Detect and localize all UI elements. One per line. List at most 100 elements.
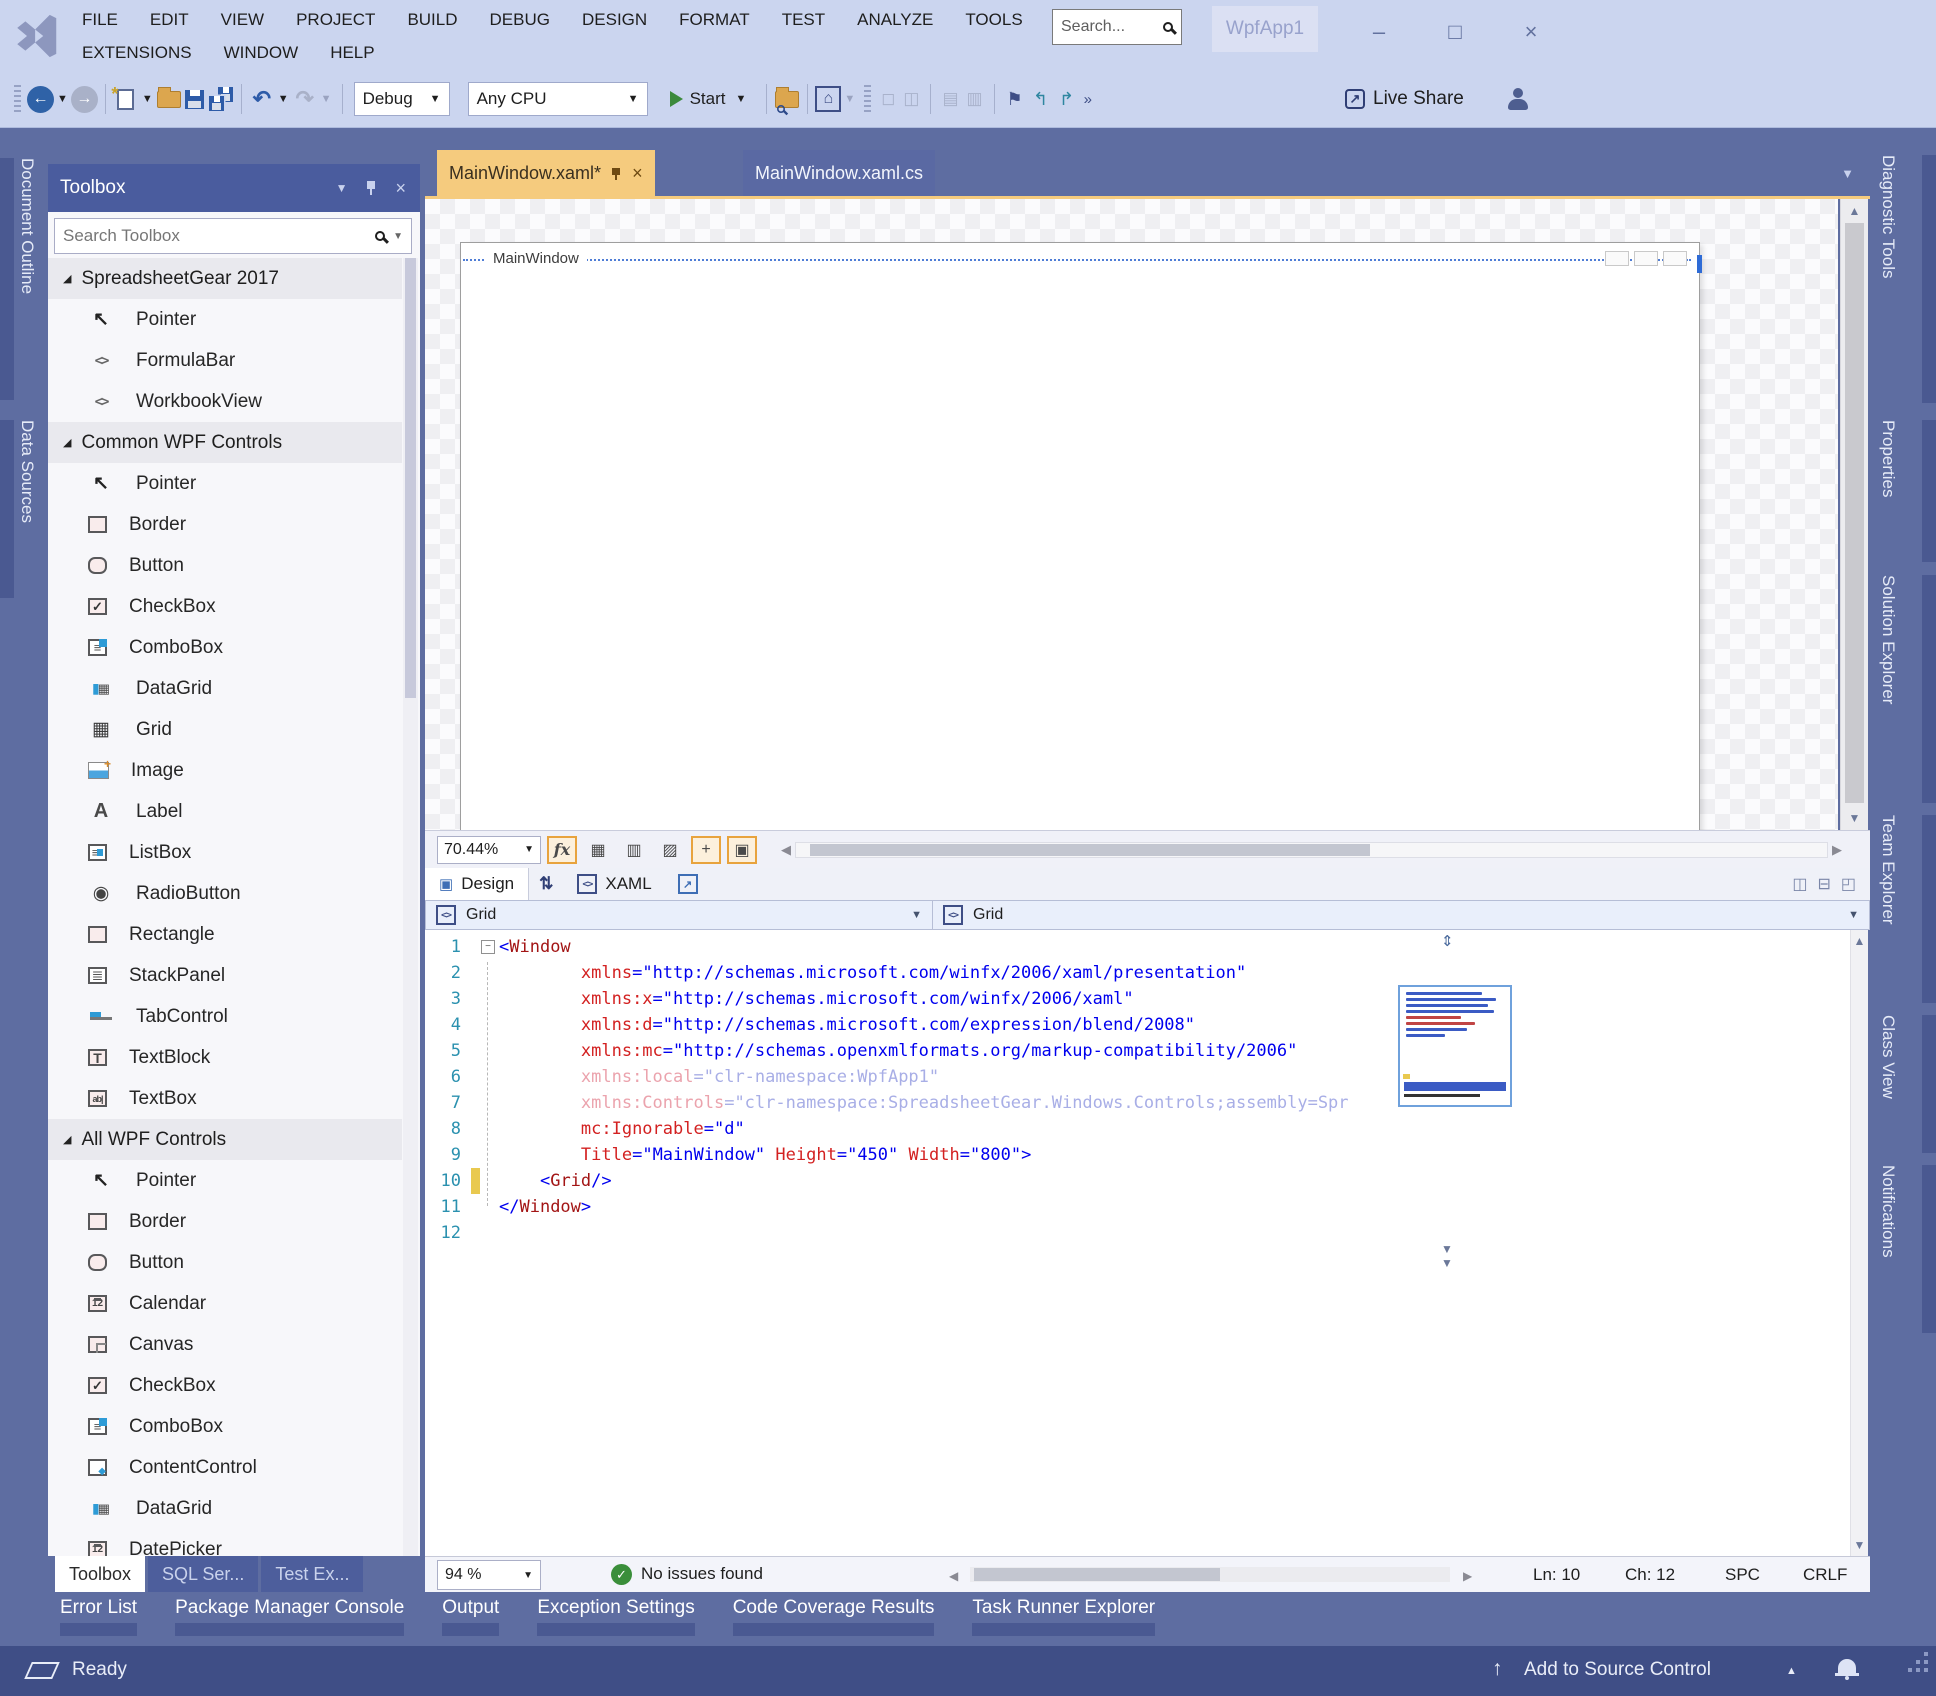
pin-icon[interactable] — [611, 167, 622, 180]
toolbox-item-datagrid[interactable]: DataGrid — [48, 668, 402, 709]
xaml-code-editor[interactable]: 1<Window2 xmlns="http://schemas.microsof… — [425, 930, 1850, 1556]
panel-tab-task-runner-explorer[interactable]: Task Runner Explorer — [972, 1592, 1155, 1646]
navigate-forward-button[interactable]: → — [71, 82, 98, 116]
vertical-split-icon[interactable]: ◫ — [1792, 874, 1807, 894]
select-element-icon[interactable]: ◻ — [881, 89, 895, 109]
maximize-button[interactable]: □ — [1432, 12, 1478, 52]
toolbox-item-pointer[interactable]: Pointer — [48, 1160, 402, 1201]
tab-list-dropdown-icon[interactable]: ▼ — [1841, 166, 1854, 181]
breadcrumb-right-pane[interactable]: <> Grid ▼ — [933, 900, 1870, 930]
menu-window[interactable]: WINDOW — [208, 40, 315, 66]
new-file-button[interactable] — [113, 82, 139, 116]
breadcrumb-left-pane[interactable]: <> Grid ▼ — [425, 900, 933, 930]
live-share-button[interactable]: ↗Live Share — [1345, 88, 1464, 110]
menu-project[interactable]: PROJECT — [280, 7, 391, 33]
swap-panes-icon[interactable]: ⇅ — [539, 874, 553, 894]
gradient-button[interactable]: ▨ — [655, 836, 685, 864]
toolbox-item-button[interactable]: Button — [48, 545, 402, 586]
toolbox-item-tabcontrol[interactable]: TabControl — [48, 996, 402, 1037]
pin-icon[interactable] — [365, 181, 377, 195]
designer-zoom-dropdown[interactable]: 70.44%▼ — [437, 836, 541, 864]
split-pane-preview[interactable] — [1398, 985, 1512, 1107]
menu-help[interactable]: HELP — [314, 40, 390, 66]
toolbox-header[interactable]: Toolbox ▼ × — [48, 164, 420, 212]
scroll-down-icon[interactable]: ▼▼ — [1441, 1242, 1453, 1270]
side-tab-properties[interactable]: Properties — [1870, 420, 1936, 562]
start-dropdown[interactable]: ▼ — [735, 93, 746, 105]
fold-collapse-icon[interactable]: − — [481, 940, 495, 954]
document-outline-icon[interactable]: ◫ — [903, 89, 919, 109]
notifications-bell-icon[interactable] — [1838, 1659, 1856, 1673]
tab-xaml[interactable]: <>XAML — [563, 868, 665, 900]
panel-tab-toolbox[interactable]: Toolbox — [55, 1556, 145, 1592]
designer-horizontal-scrollbar[interactable] — [795, 842, 1828, 858]
snaplines-toggle-button[interactable]: + — [691, 836, 721, 864]
toolbox-item-combobox[interactable]: ComboBox — [48, 1406, 402, 1447]
solution-configuration-dropdown[interactable]: Debug▼ — [354, 82, 450, 116]
toolbox-item-workbookview[interactable]: WorkbookView — [48, 381, 402, 422]
panel-tab-code-coverage-results[interactable]: Code Coverage Results — [733, 1592, 935, 1646]
toolbox-item-border[interactable]: Border — [48, 1201, 402, 1242]
toolbox-item-canvas[interactable]: Canvas — [48, 1324, 402, 1365]
open-file-button[interactable] — [156, 82, 182, 116]
artboard-background-toggle-button[interactable]: ▣ — [727, 836, 757, 864]
code-line-5[interactable]: 5 xmlns:mc="http://schemas.openxmlformat… — [425, 1038, 1850, 1064]
find-in-files-button[interactable] — [774, 82, 800, 116]
close-icon[interactable]: × — [632, 163, 643, 184]
toolbox-item-datepicker[interactable]: DatePicker — [48, 1529, 402, 1556]
next-bookmark-button[interactable]: ↱ — [1054, 82, 1080, 116]
code-line-1[interactable]: 1<Window — [425, 934, 1850, 960]
side-tab-document-outline[interactable]: Document Outline — [0, 158, 48, 400]
quick-launch-search[interactable]: Search... — [1052, 9, 1182, 45]
scrollbar-thumb[interactable] — [1845, 223, 1864, 803]
window-position-dropdown-icon[interactable]: ▼ — [336, 181, 348, 195]
code-line-6[interactable]: 6 xmlns:local="clr-namespace:WpfApp1" — [425, 1064, 1850, 1090]
designed-window[interactable]: MainWindow — [460, 242, 1700, 830]
scroll-right-icon[interactable]: ▶ — [1832, 842, 1842, 858]
undo-dropdown[interactable]: ▼ — [278, 93, 289, 105]
save-all-button[interactable] — [208, 82, 234, 116]
toolbar-grip[interactable] — [14, 85, 21, 113]
snap-grid-button[interactable]: ▥ — [619, 836, 649, 864]
chevron-up-icon[interactable]: ▲ — [1786, 1665, 1797, 1677]
tab-mainwindow-xaml[interactable]: MainWindow.xaml* × — [437, 150, 655, 196]
scroll-left-icon[interactable]: ◀ — [781, 842, 791, 858]
panel-tab-package-manager-console[interactable]: Package Manager Console — [175, 1592, 404, 1646]
line-ending-indicator[interactable]: CRLF — [1803, 1565, 1847, 1585]
split-pane-handle-icon[interactable]: ⇕ — [1441, 932, 1454, 950]
panel-tab-sql-ser-[interactable]: SQL Ser... — [148, 1556, 258, 1592]
editor-vertical-scrollbar[interactable]: ▲ ▼ — [1850, 930, 1868, 1556]
toolbox-item-formulabar[interactable]: FormulaBar — [48, 340, 402, 381]
toolbar-grip[interactable] — [864, 85, 871, 113]
spaces-indicator[interactable]: SPC — [1725, 1565, 1760, 1585]
toolbox-section-all-wpf-controls[interactable]: ◢All WPF Controls — [48, 1119, 402, 1160]
panel-tab-exception-settings[interactable]: Exception Settings — [537, 1592, 694, 1646]
toolbox-item-combobox[interactable]: ComboBox — [48, 627, 402, 668]
toolbox-item-image[interactable]: Image — [48, 750, 402, 791]
editor-horizontal-scrollbar[interactable] — [970, 1567, 1450, 1582]
scroll-down-icon[interactable]: ▼ — [1841, 811, 1868, 825]
toolbox-item-label[interactable]: Label — [48, 791, 402, 832]
redo-dropdown[interactable]: ▼ — [321, 93, 332, 105]
code-line-11[interactable]: 11</Window> — [425, 1194, 1850, 1220]
outdent-icon[interactable]: ▥ — [967, 89, 983, 109]
scrollbar-thumb[interactable] — [810, 844, 1370, 856]
menu-tools[interactable]: TOOLS — [949, 7, 1038, 33]
toolbox-item-textbox[interactable]: TextBox — [48, 1078, 402, 1119]
toolbox-search-input[interactable]: Search Toolbox ▼ — [54, 218, 412, 254]
scroll-left-icon[interactable]: ◀ — [949, 1569, 958, 1583]
chevron-down-icon[interactable]: ▼ — [1848, 909, 1859, 921]
home-button[interactable]: ⌂ — [815, 82, 841, 116]
tab-mainwindow-xaml-cs[interactable]: MainWindow.xaml.cs — [743, 150, 935, 196]
indent-icon[interactable]: ▤ — [942, 89, 958, 109]
side-tab-data-sources[interactable]: Data Sources — [0, 420, 48, 598]
start-debugging-button[interactable]: Start▼ — [670, 89, 750, 109]
bookmark-button[interactable]: ⚑ — [1002, 82, 1028, 116]
close-button[interactable]: × — [1508, 12, 1554, 52]
code-line-12[interactable]: 12 — [425, 1220, 1850, 1246]
add-to-source-control-button[interactable]: Add to Source Control — [1524, 1659, 1711, 1681]
redo-button[interactable]: ↷ — [292, 82, 318, 116]
scroll-up-icon[interactable]: ▲ — [1851, 934, 1868, 948]
scroll-right-icon[interactable]: ▶ — [1463, 1569, 1472, 1583]
side-tab-team-explorer[interactable]: Team Explorer — [1870, 815, 1936, 1003]
